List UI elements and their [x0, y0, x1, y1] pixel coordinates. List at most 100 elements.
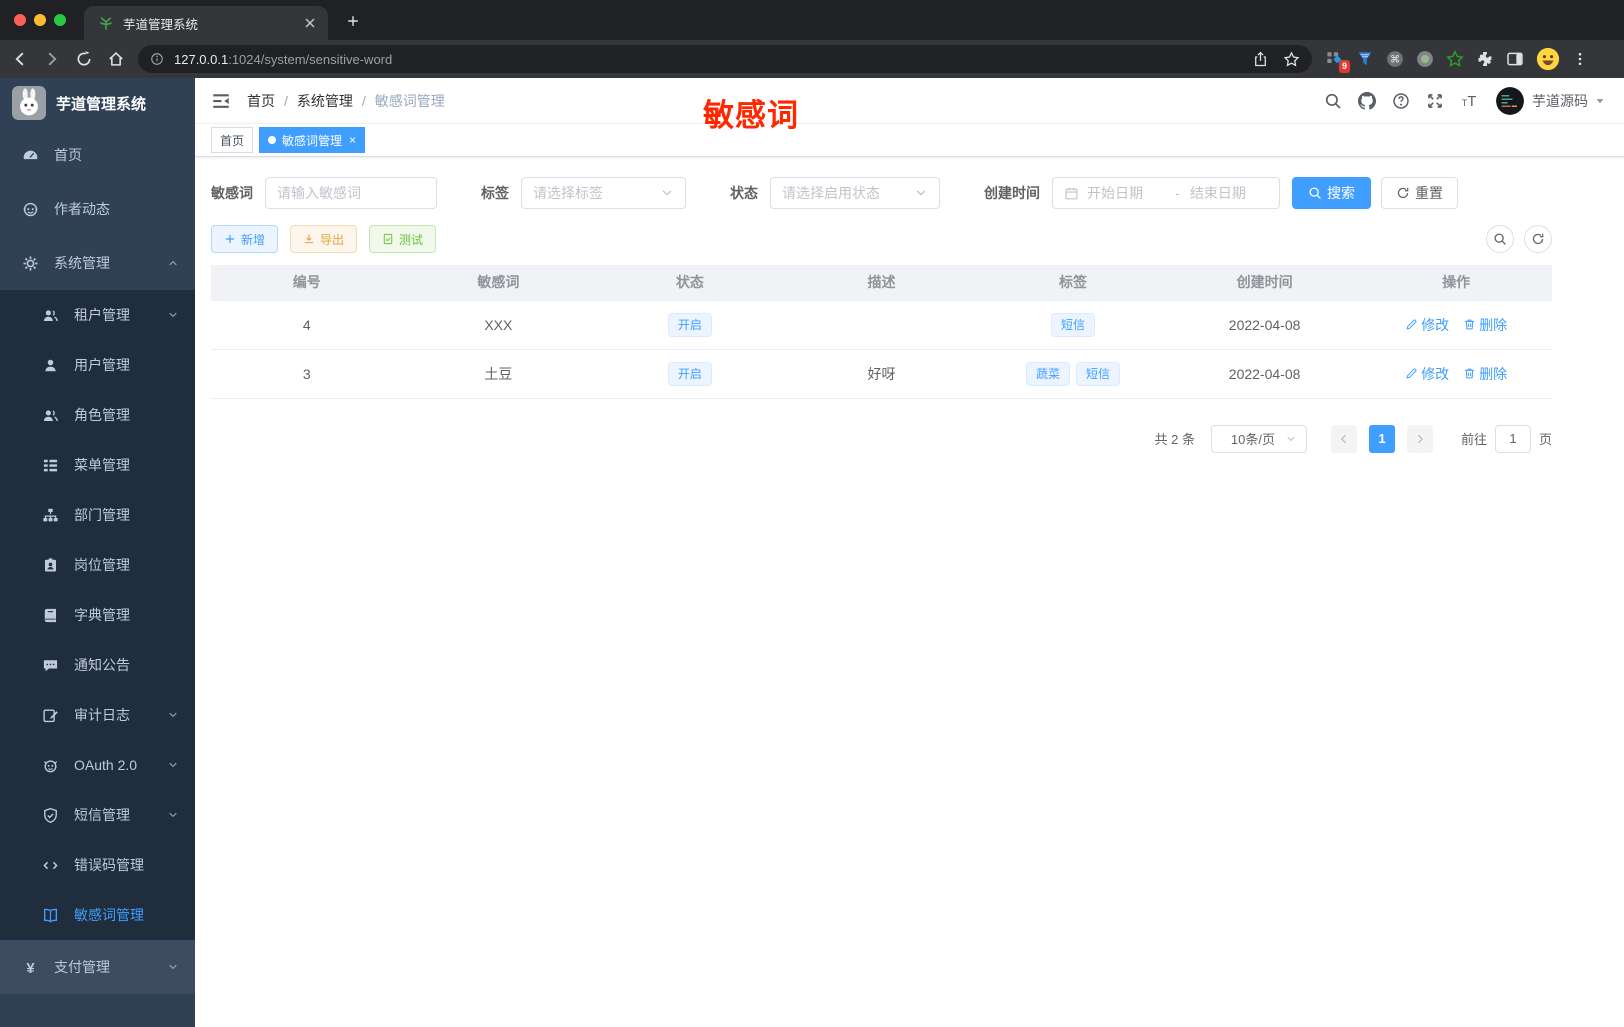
users-icon: [42, 307, 59, 324]
green-star-icon[interactable]: [1446, 50, 1464, 68]
forward-button[interactable]: [40, 47, 64, 71]
sidebar-item[interactable]: 首页: [0, 128, 195, 182]
sidebar-item[interactable]: 作者动态: [0, 182, 195, 236]
tab-close-icon[interactable]: [302, 15, 318, 31]
profile-avatar-icon[interactable]: [1536, 47, 1560, 71]
status-badge: 开启: [667, 361, 712, 386]
sidebar-collapse-icon[interactable]: [211, 91, 231, 111]
browser-tab[interactable]: 芋道管理系统: [84, 6, 328, 40]
sidebar-item[interactable]: 租户管理: [0, 290, 195, 340]
sidebar-item[interactable]: 短信管理: [0, 790, 195, 840]
window-minimize-button[interactable]: [34, 14, 46, 26]
sidebar-item-label: 部门管理: [74, 507, 130, 523]
goto-page-input[interactable]: 1: [1494, 424, 1531, 453]
sidebar-item[interactable]: 敏感词管理: [0, 890, 195, 940]
page-number-button[interactable]: 1: [1368, 424, 1395, 453]
window-close-button[interactable]: [14, 14, 26, 26]
site-info-icon[interactable]: [150, 52, 164, 66]
notice-icon: [42, 657, 59, 674]
address-bar[interactable]: 127.0.0.1:1024/system/sensitive-word: [138, 45, 1312, 73]
sidebar-item[interactable]: 审计日志: [0, 690, 195, 740]
search-button[interactable]: 搜索: [1292, 177, 1371, 209]
goto-page-suffix: 页: [1538, 432, 1552, 447]
sidebar-item[interactable]: 部门管理: [0, 490, 195, 540]
menu-dots-icon[interactable]: [1572, 51, 1588, 67]
user-avatar[interactable]: [1496, 86, 1524, 115]
document-check-icon: [382, 233, 394, 245]
sidebar-item[interactable]: OAuth 2.0: [0, 740, 195, 790]
home-button[interactable]: [104, 47, 128, 71]
username[interactable]: 芋道源码: [1532, 91, 1588, 111]
delete-button[interactable]: 删除: [1463, 315, 1507, 335]
tag-view-item[interactable]: 敏感词管理 ×: [259, 127, 366, 153]
breadcrumb: 首页 / 系统管理 / 敏感词管理: [247, 91, 445, 111]
breadcrumb-item[interactable]: 系统管理: [297, 91, 353, 111]
tag-close-icon[interactable]: ×: [349, 134, 356, 146]
sidebar-item[interactable]: 岗位管理: [0, 540, 195, 590]
next-page-button[interactable]: [1406, 424, 1433, 453]
sidebar-item[interactable]: 通知公告: [0, 640, 195, 690]
chevron-right-icon: [1414, 433, 1426, 445]
search-icon: [1308, 186, 1322, 200]
delete-button[interactable]: 删除: [1463, 364, 1507, 384]
cell-description: [785, 300, 978, 350]
column-header: 创建时间: [1168, 265, 1361, 301]
share-icon[interactable]: [1252, 51, 1269, 68]
add-button[interactable]: 新增: [211, 225, 279, 253]
table-row: 4 XXX 开启 短信 2022-04-08 修改 删除: [211, 300, 1552, 350]
tag-filter-label: 标签: [481, 185, 509, 201]
reset-button[interactable]: 重置: [1381, 177, 1458, 209]
bookmark-star-icon[interactable]: [1283, 50, 1300, 68]
sidebar-logo-row[interactable]: 芋道管理系统: [0, 78, 195, 128]
cell-status: 开启: [594, 300, 786, 350]
sidebar-item[interactable]: 字典管理: [0, 590, 195, 640]
workona-icon[interactable]: 9: [1326, 50, 1350, 73]
pagination-total: 共 2 条: [1154, 432, 1195, 447]
page-size-select[interactable]: 10条/页: [1210, 424, 1307, 453]
code-icon: [42, 857, 59, 874]
font-size-icon[interactable]: TT: [1460, 92, 1478, 110]
tag-view-item[interactable]: 首页: [211, 127, 254, 153]
breadcrumb-item[interactable]: 首页: [247, 91, 275, 111]
reload-button[interactable]: [72, 47, 96, 71]
breadcrumb-separator: /: [361, 92, 366, 109]
puzzle-icon[interactable]: [1476, 50, 1494, 68]
sidebar-item[interactable]: 角色管理: [0, 390, 195, 440]
new-tab-button[interactable]: [340, 8, 366, 34]
fullscreen-icon[interactable]: [1426, 92, 1444, 110]
search-icon: [1493, 232, 1507, 246]
prev-page-button[interactable]: [1330, 424, 1357, 453]
edit-button[interactable]: 修改: [1405, 315, 1449, 335]
back-button[interactable]: [8, 47, 32, 71]
test-button[interactable]: 测试: [369, 225, 437, 253]
sidebar-item[interactable]: 菜单管理: [0, 440, 195, 490]
refresh-table-button[interactable]: [1524, 225, 1552, 253]
sidebar-item[interactable]: ¥ 支付管理: [0, 940, 195, 994]
github-icon[interactable]: [1358, 91, 1376, 110]
help-icon[interactable]: [1392, 92, 1410, 110]
sidebar-item[interactable]: 错误码管理: [0, 840, 195, 890]
sidebar-item[interactable]: 用户管理: [0, 340, 195, 390]
cell-actions: 修改 删除: [1360, 300, 1552, 350]
edit-button[interactable]: 修改: [1405, 364, 1449, 384]
split-view-icon[interactable]: [1506, 50, 1524, 68]
top-navbar: 首页 / 系统管理 / 敏感词管理 TT 芋道源码: [195, 78, 1624, 123]
keyword-input[interactable]: 请输入敏感词: [265, 177, 437, 209]
column-header: 编号: [211, 265, 403, 301]
column-header: 描述: [785, 265, 978, 301]
status-select[interactable]: 请选择启用状态: [770, 177, 940, 209]
window-zoom-button[interactable]: [54, 14, 66, 26]
tag-select[interactable]: 请选择标签: [521, 177, 686, 209]
chevron-down-icon: [167, 709, 179, 721]
funnel-icon[interactable]: [1356, 50, 1374, 68]
record-circle-icon[interactable]: [1416, 50, 1434, 68]
sidebar-item-label: 岗位管理: [74, 557, 130, 573]
export-button[interactable]: 导出: [290, 225, 358, 253]
show-search-toggle-button[interactable]: [1486, 225, 1514, 253]
user-caret-down-icon[interactable]: [1594, 95, 1606, 107]
date-range-picker[interactable]: 开始日期 - 结束日期: [1052, 177, 1280, 209]
sidebar-item-label: 作者动态: [54, 201, 110, 217]
command-circle-icon[interactable]: ⌘: [1386, 50, 1404, 68]
header-search-icon[interactable]: [1324, 92, 1342, 110]
sidebar-item[interactable]: 系统管理: [0, 236, 195, 290]
